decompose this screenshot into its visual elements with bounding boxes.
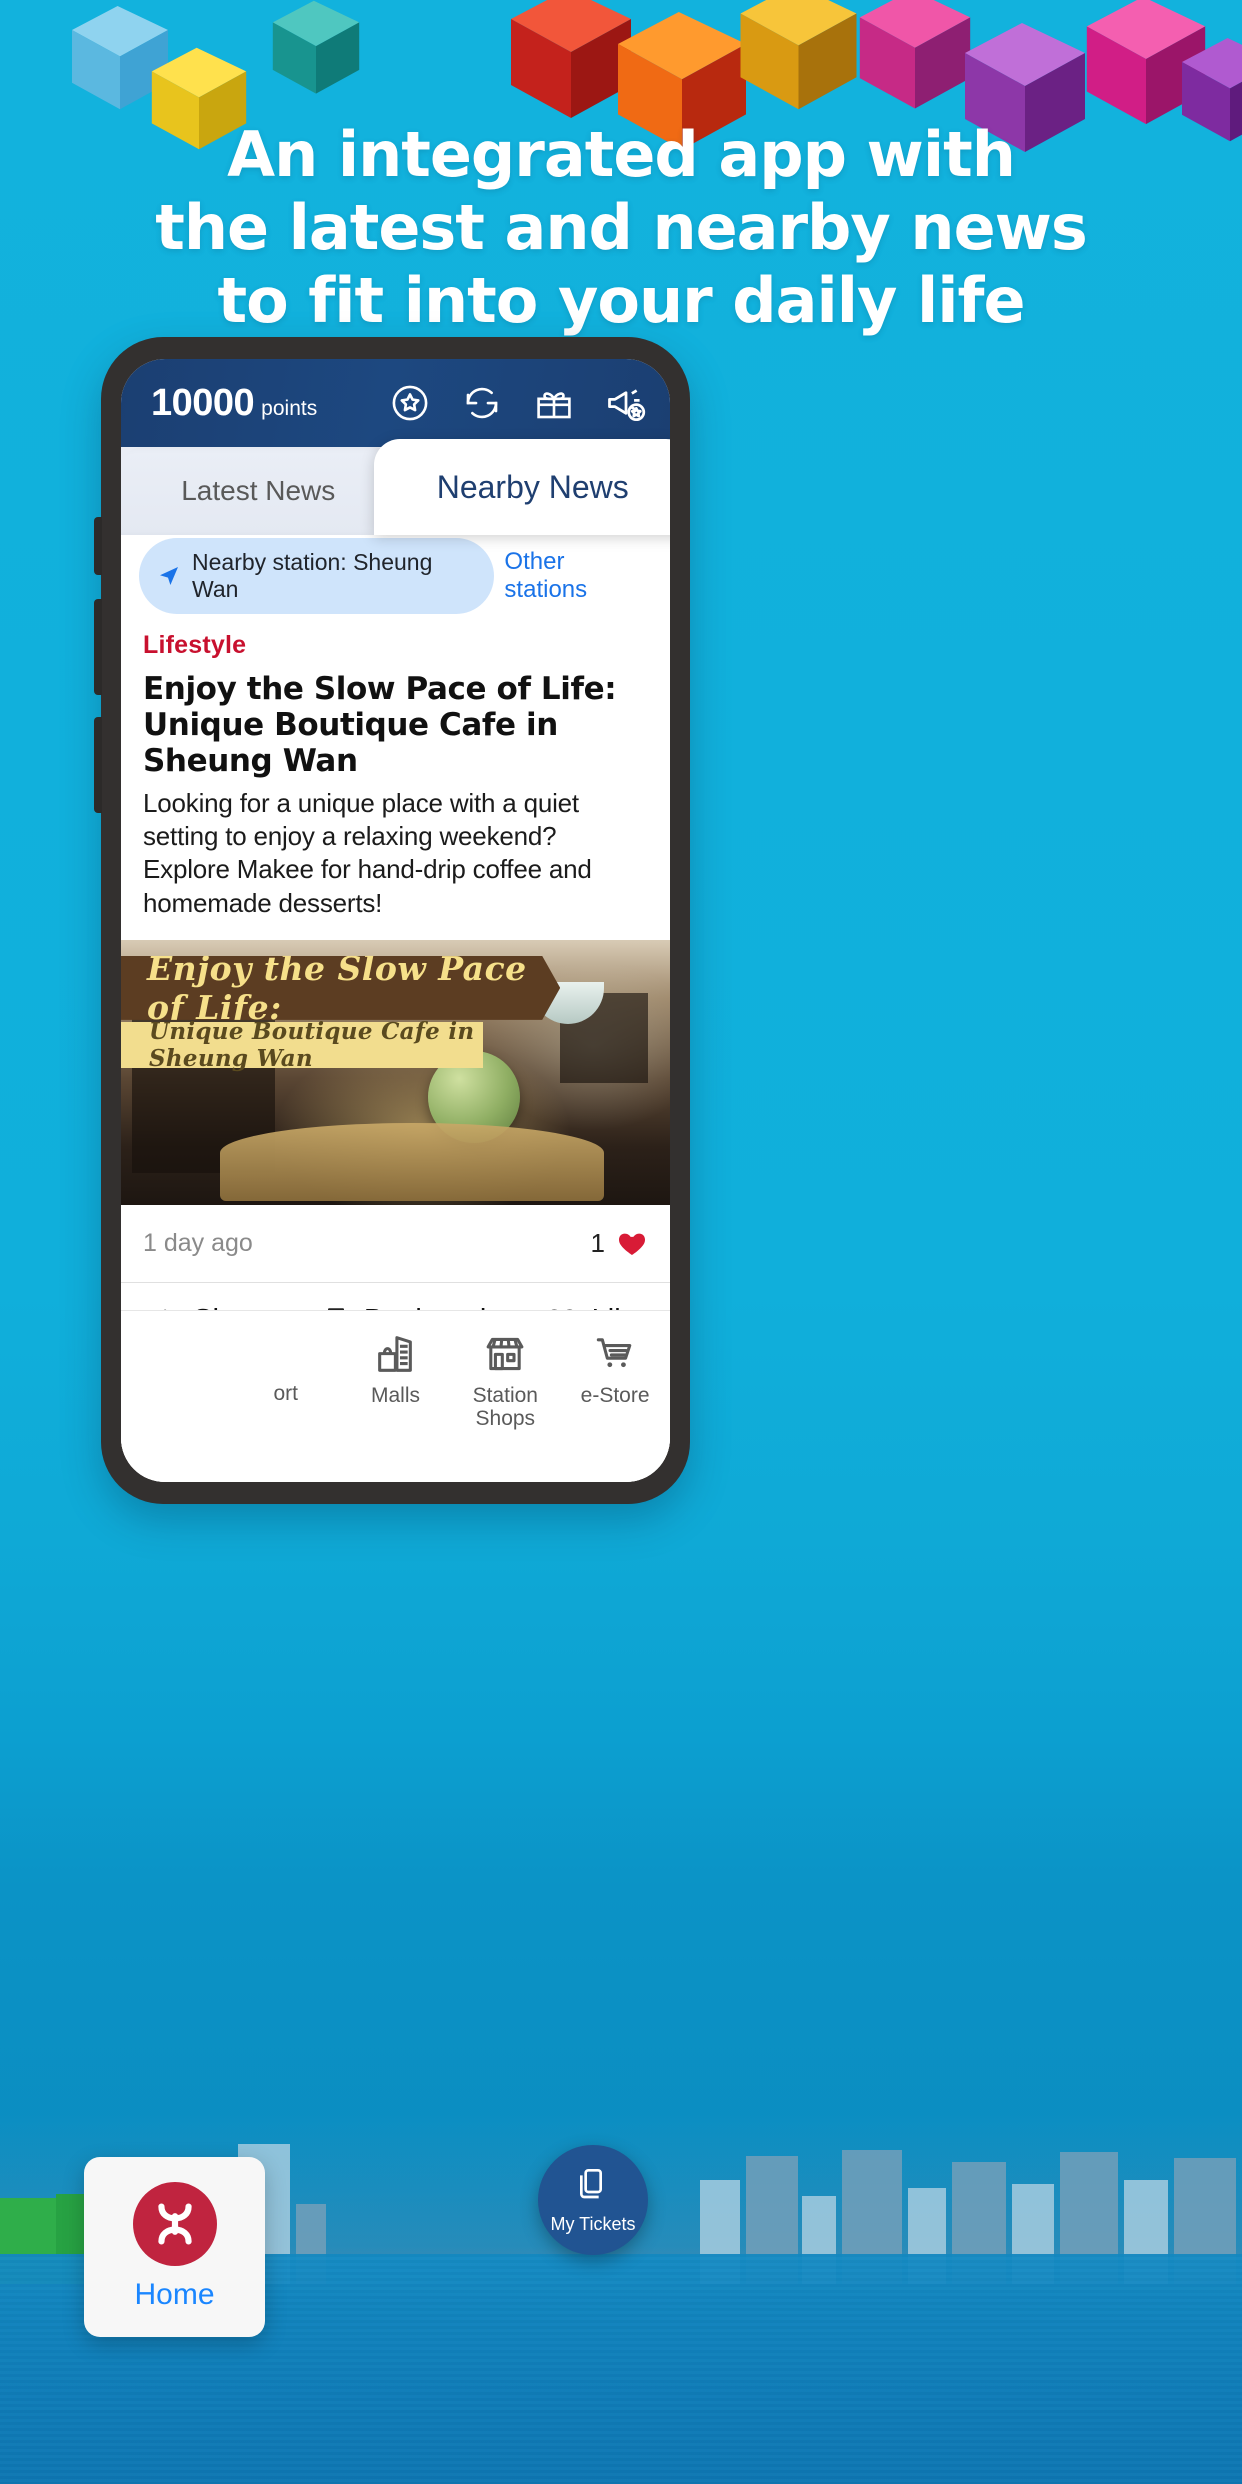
station-shops-icon [482,1331,528,1377]
article-category: Lifestyle [143,631,247,659]
image-banner-bottom-text: Unique Boutique Cafe in Sheung Wan [149,1017,475,1072]
home-nav-card-label: Home [134,2278,215,2311]
nearby-station-label: Nearby station: Sheung Wan [192,549,433,602]
navigation-arrow-icon [157,564,181,588]
nav-item-estore-label: e-Store [580,1384,650,1407]
refresh-icon[interactable] [460,381,504,425]
station-bar: Nearby station: Sheung Wan Other station… [121,535,670,617]
nearby-station-chip[interactable]: Nearby station: Sheung Wan [139,538,495,614]
headline-line-2: the latest and nearby news [155,191,1088,265]
nav-item-malls-label: Malls [370,1384,420,1407]
article-timestamp: 1 day ago [143,1228,253,1257]
article-summary: Looking for a unique place with a quiet … [143,787,592,918]
image-banner-top: Enjoy the Slow Pace of Life: [121,956,560,1020]
article-like-count: 1 [590,1227,605,1258]
nav-item-malls[interactable]: Malls [341,1331,451,1408]
article-meta-row: 1 day ago 1 [121,1204,670,1283]
app-header-actions [388,381,648,425]
points-label: points [261,396,318,420]
tab-nearby-news-label: Nearby News [436,468,629,505]
news-article-card[interactable]: Lifestyle Enjoy the Slow Pace of Life: U… [121,617,670,920]
phone-side-button-mute [94,517,102,575]
news-tabs: Latest News Nearby News [121,439,670,535]
cart-icon [592,1331,638,1377]
mtr-logo-icon [132,2182,217,2266]
nav-item-transport[interactable]: ort [231,1331,341,1406]
tab-nearby-news[interactable]: Nearby News [373,439,670,535]
phone-side-button-volume-down [94,717,102,813]
phone-mockup: 10000 points Latest News Nearby News Nea… [94,337,690,1504]
other-stations-link[interactable]: Other stations [504,548,648,604]
heart-filled-icon [616,1227,648,1259]
star-circle-icon[interactable] [388,381,432,425]
article-title: Enjoy the Slow Pace of Life: Unique Bout… [143,671,617,779]
nav-item-station-shops-label: Station Shops [472,1384,538,1430]
tab-latest-news[interactable]: Latest News [121,447,396,535]
image-table [219,1122,605,1201]
home-nav-card[interactable]: Home [84,2157,265,2337]
megaphone-star-icon[interactable] [604,381,648,425]
phone-side-button-volume-up [94,599,102,695]
malls-icon [372,1331,418,1377]
transport-icon [264,1331,308,1375]
article-like-count-group: 1 [591,1227,648,1259]
bottom-navigation-bar: ort Malls Station Shops e-Store [121,1310,670,1482]
my-tickets-fab-label: My Tickets [550,2214,636,2234]
cube-teal-icon [262,0,370,98]
headline-line-3: to fit into your daily life [217,264,1025,338]
nav-item-transport-label: ort [273,1382,298,1405]
nav-item-estore[interactable]: e-Store [560,1331,670,1408]
image-banner-bottom: Unique Boutique Cafe in Sheung Wan [121,1018,484,1072]
home-slot-icon [154,1331,198,1375]
tickets-icon [573,2165,613,2210]
phone-screen: 10000 points Latest News Nearby News Nea… [121,359,670,1482]
points-value: 10000 [151,381,255,424]
article-image: Enjoy the Slow Pace of Life: Unique Bout… [121,939,670,1205]
image-banner-top-text: Enjoy the Slow Pace of Life: [147,948,527,1027]
points-display[interactable]: 10000 points [151,382,317,425]
nav-item-home-placeholder[interactable] [121,1331,231,1383]
headline-line-1: An integrated app with [227,118,1016,191]
my-tickets-fab[interactable]: My Tickets [538,2145,648,2255]
gift-icon[interactable] [532,381,576,425]
tab-latest-news-label: Latest News [181,475,336,506]
nav-item-station-shops[interactable]: Station Shops [450,1331,560,1430]
marketing-headline: An integrated app with the latest and ne… [0,118,1242,338]
app-header-bar: 10000 points [121,359,670,447]
